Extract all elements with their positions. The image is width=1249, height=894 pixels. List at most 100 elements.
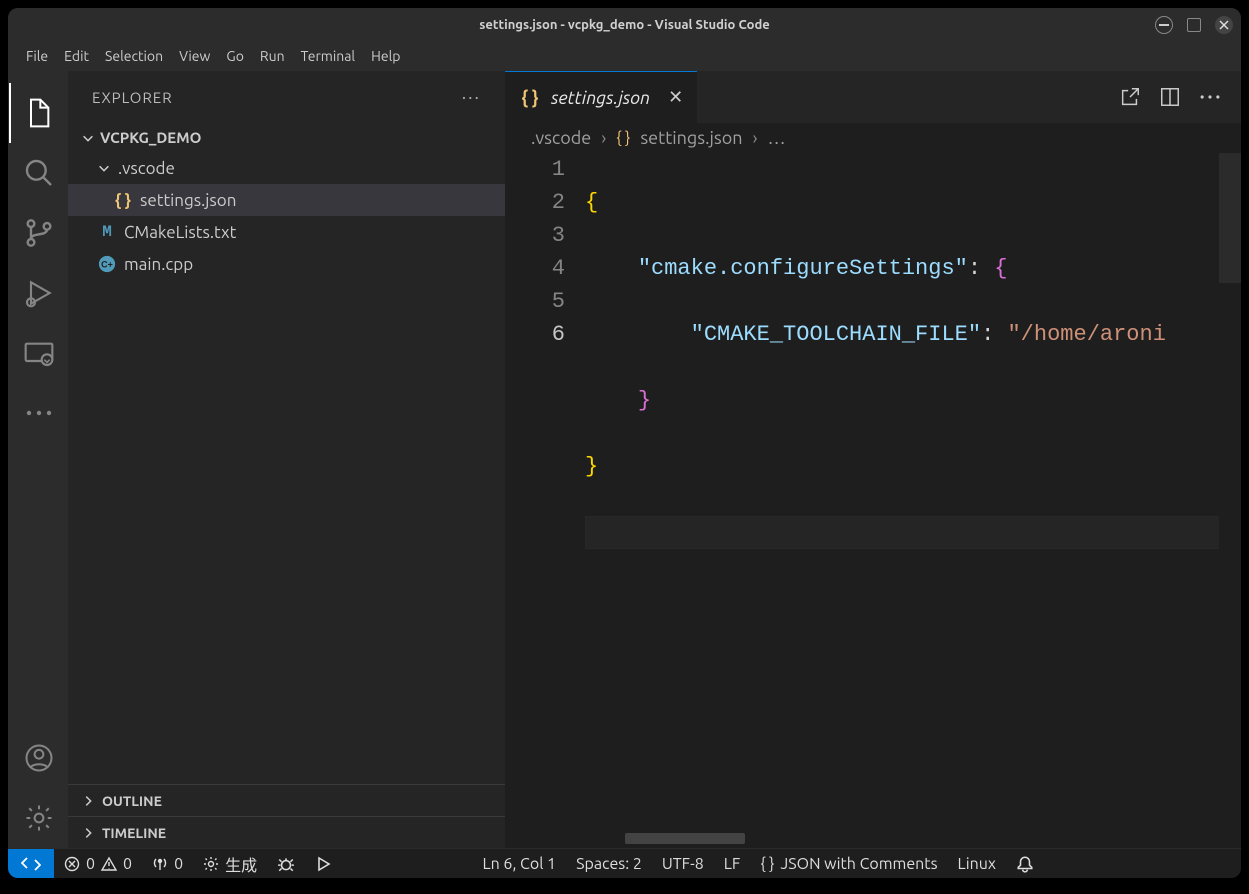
remote-icon (21, 856, 41, 872)
status-notifications[interactable] (1006, 855, 1044, 873)
menu-file[interactable]: File (18, 44, 56, 68)
activity-run-debug[interactable] (9, 263, 69, 323)
remote-explorer-icon (23, 337, 55, 369)
account-icon (24, 743, 54, 773)
file-label: CMakeLists.txt (124, 223, 236, 242)
tree-file-cmakelists[interactable]: M CMakeLists.txt (68, 216, 505, 248)
outline-label: OUTLINE (102, 793, 162, 809)
status-warnings-count: 0 (123, 855, 132, 873)
status-debug-target[interactable] (267, 855, 305, 873)
braces-icon: { } (760, 855, 774, 873)
breadcrumb-seg[interactable]: .vscode (531, 128, 591, 148)
editor-group: { } settings.json ✕ .vscode › { } settin… (505, 71, 1241, 848)
activity-settings[interactable] (9, 788, 69, 848)
status-language[interactable]: { } JSON with Comments (750, 855, 947, 873)
activity-remote[interactable] (9, 323, 69, 383)
sidebar-title: EXPLORER (92, 89, 173, 106)
cmake-icon: M (96, 223, 118, 241)
window-minimize-button[interactable] (1155, 16, 1173, 34)
minimap[interactable] (1219, 153, 1241, 848)
split-editor-icon[interactable] (1159, 86, 1181, 108)
gear-icon (203, 856, 219, 872)
menu-run[interactable]: Run (252, 44, 293, 68)
minimap-slider[interactable] (1219, 153, 1241, 283)
code-token: { (585, 190, 598, 215)
status-indent[interactable]: Spaces: 2 (566, 855, 652, 873)
sidebar-root[interactable]: VCPKG_DEMO (68, 123, 505, 152)
sidebar: EXPLORER ··· VCPKG_DEMO .vscode { } sett… (68, 71, 505, 848)
play-icon (315, 856, 331, 872)
sidebar-root-label: VCPKG_DEMO (100, 129, 201, 146)
chevron-right-icon: › (753, 128, 758, 148)
play-bug-icon (23, 277, 55, 309)
svg-text:C+: C+ (101, 260, 113, 270)
breadcrumb[interactable]: .vscode › { } settings.json › … (505, 123, 1241, 153)
status-encoding[interactable]: UTF-8 (652, 855, 714, 873)
line-gutter: 1 2 3 4 5 6 (505, 153, 585, 848)
sidebar-more-icon[interactable]: ··· (462, 87, 481, 107)
editor[interactable]: 1 2 3 4 5 6 { "cmake.configureSettings":… (505, 153, 1241, 848)
branch-icon (23, 217, 55, 249)
code-token: : (981, 322, 1007, 347)
status-problems[interactable]: 0 0 (54, 855, 142, 873)
code-token: } (585, 454, 598, 479)
json-icon: { } (519, 88, 541, 108)
status-bar: 0 0 0 生成 Ln 6, Col 1 Spaces: 2 UTF-8 LF … (8, 848, 1241, 878)
sidebar-outline[interactable]: OUTLINE (68, 784, 505, 816)
error-icon (64, 856, 80, 872)
tree-file-settings[interactable]: { } settings.json (68, 184, 505, 216)
menu-help[interactable]: Help (363, 44, 408, 68)
chevron-down-icon (80, 131, 96, 145)
antenna-icon (152, 856, 168, 872)
activity-search[interactable] (9, 143, 69, 203)
sidebar-timeline[interactable]: TIMELINE (68, 816, 505, 848)
chevron-right-icon (80, 794, 96, 808)
menu-go[interactable]: Go (218, 44, 251, 68)
status-os[interactable]: Linux (948, 855, 1006, 873)
horizontal-scrollbar[interactable] (625, 833, 745, 844)
tree-file-main-cpp[interactable]: C+ main.cpp (68, 248, 505, 280)
status-build-label: 生成 (225, 852, 257, 876)
activity-account[interactable] (9, 728, 69, 788)
code-content[interactable]: { "cmake.configureSettings": { "CMAKE_TO… (585, 153, 1241, 848)
status-cursor[interactable]: Ln 6, Col 1 (472, 855, 566, 873)
chevron-right-icon: › (601, 128, 606, 148)
menu-view[interactable]: View (171, 44, 218, 68)
window-maximize-button[interactable] (1187, 18, 1201, 32)
open-changes-icon[interactable] (1119, 86, 1141, 108)
tab-bar: { } settings.json ✕ (505, 71, 1241, 123)
breadcrumb-seg[interactable]: settings.json (640, 128, 742, 148)
warning-icon (101, 856, 117, 872)
status-build[interactable]: 生成 (193, 852, 267, 876)
activity-explorer[interactable] (9, 83, 69, 143)
status-errors-count: 0 (86, 855, 95, 873)
status-eol[interactable]: LF (714, 855, 751, 873)
code-token: } (638, 388, 651, 413)
window-title: settings.json - vcpkg_demo - Visual Stud… (479, 18, 770, 32)
chevron-down-icon (96, 161, 112, 175)
status-ports[interactable]: 0 (142, 855, 193, 873)
activity-source-control[interactable] (9, 203, 69, 263)
window-close-button[interactable] (1215, 16, 1233, 34)
timeline-label: TIMELINE (102, 825, 166, 841)
menu-selection[interactable]: Selection (97, 44, 171, 68)
tree-folder-vscode[interactable]: .vscode (68, 152, 505, 184)
status-ports-count: 0 (174, 855, 183, 873)
chevron-right-icon (80, 826, 96, 840)
gear-icon (24, 803, 54, 833)
remote-button[interactable] (8, 849, 54, 879)
menubar: File Edit Selection View Go Run Terminal… (8, 41, 1241, 71)
status-run[interactable] (305, 856, 341, 872)
menu-edit[interactable]: Edit (56, 44, 97, 68)
breadcrumb-seg[interactable]: … (768, 128, 786, 148)
bug-icon (277, 855, 295, 873)
folder-label: .vscode (118, 159, 175, 178)
menu-terminal[interactable]: Terminal (293, 44, 364, 68)
file-label: settings.json (140, 191, 236, 210)
tab-close-button[interactable]: ✕ (668, 87, 683, 108)
json-icon: { } (616, 129, 630, 147)
tab-settings-json[interactable]: { } settings.json ✕ (505, 71, 697, 123)
more-actions-icon[interactable] (1199, 93, 1221, 101)
activity-more[interactable] (9, 383, 69, 443)
bell-icon (1016, 855, 1034, 873)
